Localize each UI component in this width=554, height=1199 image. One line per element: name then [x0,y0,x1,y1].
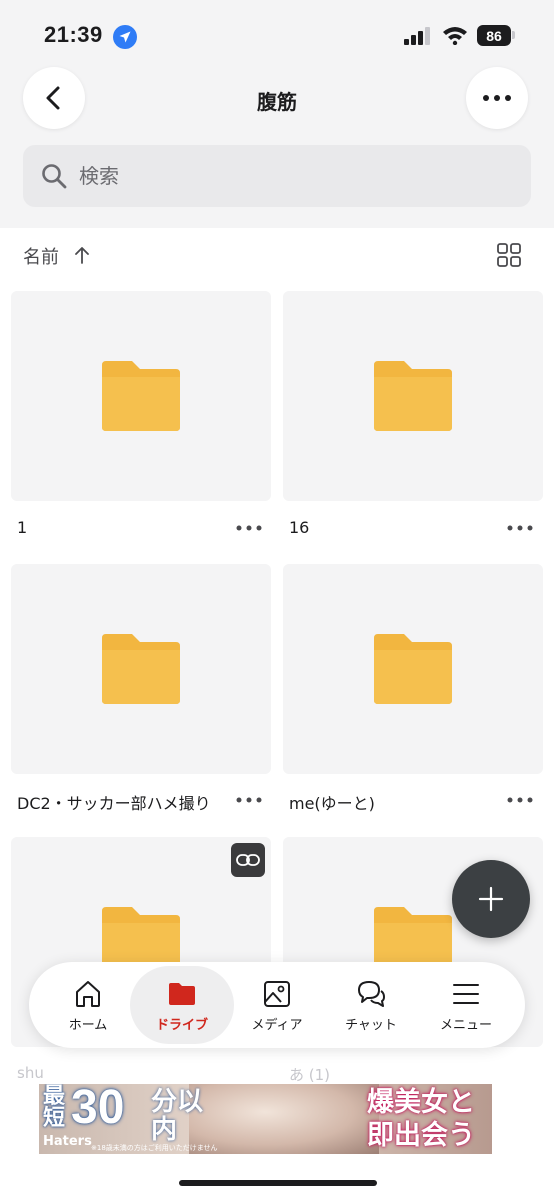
status-time: 21:39 [44,22,103,47]
chat-icon [358,980,385,1007]
nav-label: メディア [251,1017,303,1033]
ad-big-number: 30 [71,1084,125,1134]
ad-fine-print: ※18歳未満の方はご利用いただけません [91,1144,218,1152]
link-icon [236,854,260,866]
folder-more-icon[interactable] [505,790,535,810]
folder-card[interactable] [283,564,543,774]
home-icon [76,980,100,1007]
battery-nub [512,31,515,39]
folder-card[interactable] [11,564,271,774]
nav-label: ホーム [68,1017,108,1033]
folder-more-icon[interactable] [234,518,264,538]
folder-card[interactable] [11,291,271,501]
plus-icon [478,886,504,912]
ad-text-shortest: 最短 [43,1084,66,1131]
cellular-signal-icon [404,27,430,45]
ad-headline: 爆美女と即出会う [367,1087,475,1151]
ad-brand: Haters [43,1134,92,1149]
folder-card[interactable] [283,291,543,501]
folder-icon [169,982,195,1005]
search-icon [42,164,67,189]
home-indicator [179,1180,377,1186]
nav-item-menu[interactable]: メニュー [417,962,515,1048]
more-options-button[interactable] [466,67,528,129]
location-arrow-icon [113,25,137,49]
grid-view-toggle-icon[interactable] [495,241,523,269]
folder-icon [374,361,452,431]
menu-icon [453,983,479,1004]
folder-more-icon[interactable] [505,518,535,538]
folder-icon [102,361,180,431]
add-button[interactable] [452,860,530,938]
folder-name: あ (1) [289,1066,331,1084]
folder-more-icon[interactable] [234,790,264,810]
ellipsis-icon [483,95,511,101]
sort-ascending-arrow-icon[interactable] [73,245,91,265]
search-input[interactable] [79,145,509,207]
image-icon [264,980,290,1007]
wifi-icon [443,27,467,45]
folder-name: me(ゆーと) [289,794,375,813]
folder-icon [102,634,180,704]
search-bar[interactable] [23,145,531,207]
battery-indicator: 86 [477,25,511,46]
sort-label[interactable]: 名前 [23,243,59,269]
shared-link-badge [231,843,265,877]
folder-name: DC2・サッカー部ハメ撮り [17,794,211,813]
folder-name: 1 [17,518,28,537]
nav-label: ドライブ [155,1017,208,1033]
ad-unit-text: 分以内 [151,1087,204,1145]
nav-label: チャット [345,1017,397,1033]
bottom-navigation: ホーム ドライブ メディア チャット メニュー [29,962,525,1048]
nav-item-media[interactable]: メディア [228,962,326,1048]
battery-level: 86 [486,27,502,44]
folder-icon [374,634,452,704]
nav-item-chat[interactable]: チャット [322,962,420,1048]
nav-item-drive[interactable]: ドライブ [130,966,234,1044]
status-bar: 21:39 86 [0,0,554,64]
nav-label: メニュー [439,1017,492,1033]
folder-name: 16 [289,518,310,537]
ad-banner[interactable]: 最短 30 分以内 Haters ※18歳未満の方はご利用いただけません 爆美女… [39,1084,492,1154]
nav-item-home[interactable]: ホーム [39,962,137,1048]
folder-name: shu [17,1064,44,1082]
